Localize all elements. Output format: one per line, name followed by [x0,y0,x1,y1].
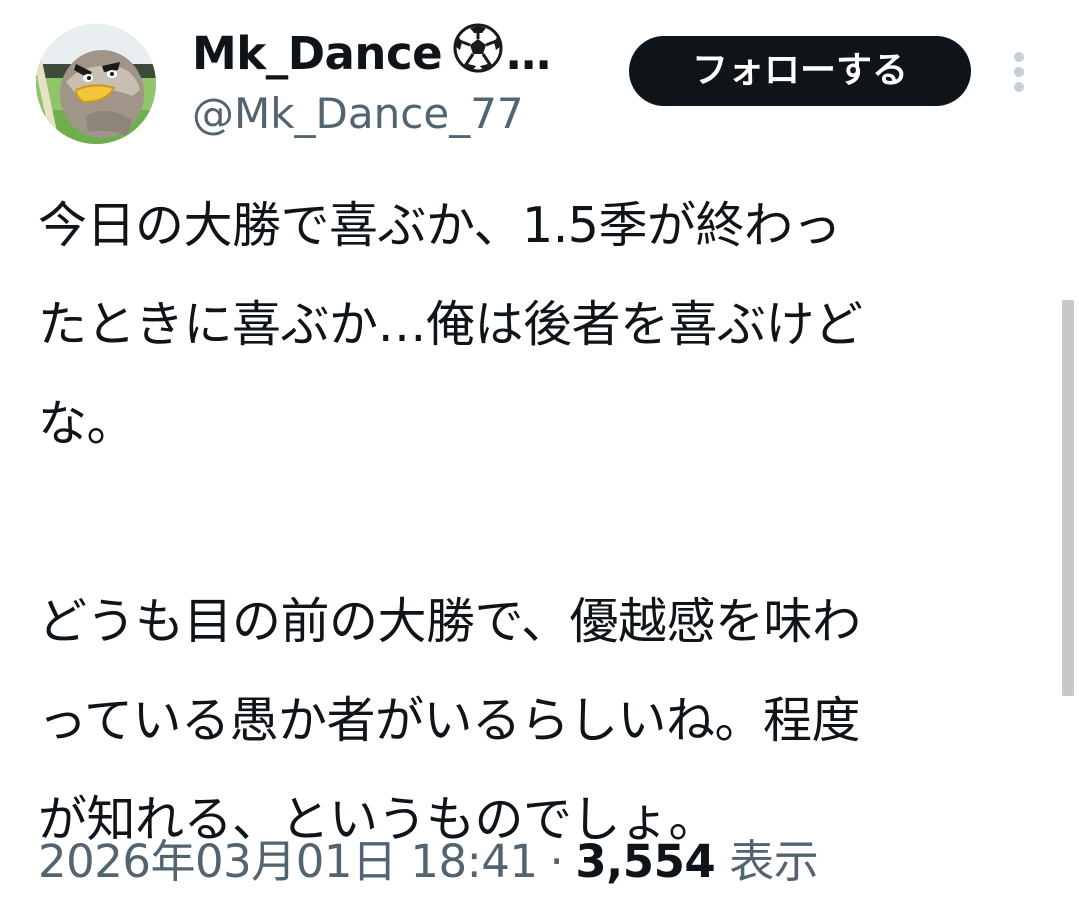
scrollbar[interactable] [1062,300,1074,696]
tweet-date[interactable]: 2026年03月01日 [38,835,397,888]
vertical-ellipsis-icon[interactable] [1006,48,1034,96]
display-name-text: Mk_Dance [192,27,443,80]
view-count[interactable]: 3,554 [575,835,715,888]
tweet-line-blank [38,473,1048,572]
follow-button[interactable]: フォローする [629,36,971,106]
tweet-line: どうも目の前の大勝で、優越感を味わ [38,593,861,650]
tweet-time[interactable]: 18:41 [410,835,538,888]
avatar[interactable] [36,24,156,144]
user-handle[interactable]: @Mk_Dance_77 [192,88,524,140]
soccer-ball-icon [452,22,504,87]
name-ellipsis: … [506,27,551,80]
display-name[interactable]: Mk_Dance … [192,23,551,82]
meta-separator: · [549,835,564,888]
tweet-line: 今日の大勝で喜ぶか、1.5季が終わっ [38,197,841,254]
tweet-text: 今日の大勝で喜ぶか、1.5季が終わっ たときに喜ぶか…俺は後者を喜ぶけど な。 … [38,176,1048,869]
tweet-line: な。 [38,395,136,452]
view-count-label: 表示 [729,835,819,888]
tweet-line: っている愚か者がいるらしいね。程度 [38,692,861,749]
tweet-meta: 2026年03月01日 18:41 · 3,554 表示 [38,832,819,892]
avatar-image [36,24,156,144]
tweet-line: たときに喜ぶか…俺は後者を喜ぶけど [38,296,863,353]
